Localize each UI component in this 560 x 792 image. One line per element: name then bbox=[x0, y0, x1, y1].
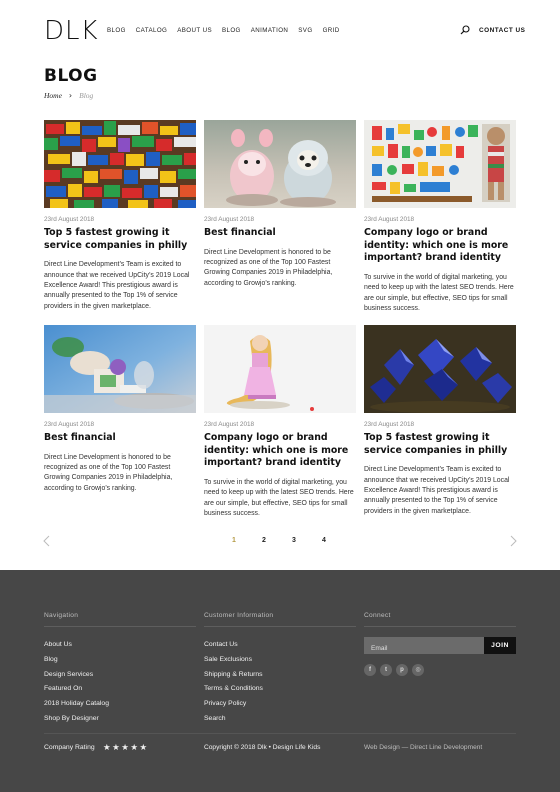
footer-link-search[interactable]: Search bbox=[204, 714, 263, 729]
footer-link-privacy-policy[interactable]: Privacy Policy bbox=[204, 699, 263, 714]
footer-navigation-links: About Us Blog Design Services Featured O… bbox=[44, 640, 109, 729]
twitter-icon[interactable]: t bbox=[380, 664, 392, 676]
page-title: BLOG bbox=[44, 66, 98, 86]
post-excerpt: To survive in the world of digital marke… bbox=[364, 273, 514, 312]
page-4[interactable]: 4 bbox=[322, 537, 326, 544]
footer-heading-connect: Connect bbox=[364, 612, 391, 619]
nav-item-grid[interactable]: GRID bbox=[323, 27, 340, 34]
post-title[interactable]: Best financial bbox=[44, 432, 196, 445]
join-button[interactable]: JOIN bbox=[484, 637, 516, 654]
post-image-toy-figurines[interactable] bbox=[204, 120, 356, 208]
post-image-lego-bricks[interactable] bbox=[44, 120, 196, 208]
divider bbox=[364, 626, 516, 627]
post-title[interactable]: Company logo or brand identity: which on… bbox=[204, 432, 356, 470]
post-card[interactable]: 23rd August 2018 Top 5 fastest growing i… bbox=[44, 120, 196, 312]
facebook-icon[interactable]: f bbox=[364, 664, 376, 676]
post-excerpt: Direct Line Development’s Team is excite… bbox=[44, 261, 190, 310]
post-title[interactable]: Best financial bbox=[204, 227, 356, 240]
post-date: 23rd August 2018 bbox=[364, 421, 415, 428]
nav-item-blog-2[interactable]: BLOG bbox=[222, 27, 241, 34]
divider bbox=[204, 626, 356, 627]
email-field[interactable] bbox=[364, 640, 484, 657]
footer-link-contact-us[interactable]: Contact Us bbox=[204, 640, 263, 655]
footer-link-sale-exclusions[interactable]: Sale Exclusions bbox=[204, 655, 263, 670]
post-excerpt: To survive in the world of digital marke… bbox=[204, 478, 354, 517]
page-3[interactable]: 3 bbox=[292, 537, 296, 544]
post-title[interactable]: Top 5 fastest growing it service compani… bbox=[364, 432, 516, 457]
post-image-princess-figurine[interactable] bbox=[204, 325, 356, 413]
footer-link-terms-conditions[interactable]: Terms & Conditions bbox=[204, 684, 263, 699]
main-nav: BLOG CATALOG ABOUT US BLOG ANIMATION SVG… bbox=[107, 27, 340, 34]
footer-link-about-us[interactable]: About Us bbox=[44, 640, 109, 655]
post-card[interactable]: 23rd August 2018 Company logo or brand i… bbox=[364, 120, 516, 314]
post-card[interactable]: 23rd August 2018 Top 5 fastest growing i… bbox=[364, 325, 516, 517]
divider bbox=[44, 733, 516, 734]
social-links: f t p ◎ bbox=[364, 664, 424, 676]
post-date: 23rd August 2018 bbox=[44, 421, 95, 428]
breadcrumb-current: Blog bbox=[79, 91, 94, 100]
post-image-blue-crystals[interactable] bbox=[364, 325, 516, 413]
post-title[interactable]: Company logo or brand identity: which on… bbox=[364, 227, 516, 265]
page-1[interactable]: 1 bbox=[232, 537, 236, 544]
post-excerpt: Direct Line Development’s Team is excite… bbox=[364, 466, 510, 515]
site-header: DLK BLOG CATALOG ABOUT US BLOG ANIMATION… bbox=[0, 0, 560, 60]
footer-link-shop-by-designer[interactable]: Shop By Designer bbox=[44, 714, 109, 729]
email-field-wrapper bbox=[364, 637, 484, 657]
credit-link[interactable]: Web Design — Direct Line Development bbox=[364, 744, 482, 751]
footer-heading-customer-information: Customer Information bbox=[204, 612, 274, 619]
nav-item-blog[interactable]: BLOG bbox=[107, 27, 126, 34]
divider bbox=[44, 626, 196, 627]
post-card[interactable]: 23rd August 2018 Company logo or brand i… bbox=[204, 325, 356, 519]
search-icon[interactable] bbox=[460, 25, 470, 35]
contact-us-link[interactable]: CONTACT US bbox=[479, 27, 525, 34]
pinterest-icon[interactable]: p bbox=[396, 664, 408, 676]
pagination: 1 2 3 4 bbox=[0, 530, 560, 552]
nav-item-svg[interactable]: SVG bbox=[298, 27, 312, 34]
post-excerpt: Direct Line Development is honored to be… bbox=[204, 248, 333, 287]
logo[interactable]: DLK bbox=[44, 18, 99, 44]
company-rating-label: Company Rating bbox=[44, 744, 95, 751]
nav-item-animation[interactable]: ANIMATION bbox=[251, 27, 289, 34]
page-2[interactable]: 2 bbox=[262, 537, 266, 544]
breadcrumb: Home › Blog bbox=[44, 91, 93, 100]
footer-link-design-services[interactable]: Design Services bbox=[44, 670, 109, 685]
post-image-colorful-toys[interactable] bbox=[364, 120, 516, 208]
footer-customer-links: Contact Us Sale Exclusions Shipping & Re… bbox=[204, 640, 263, 729]
copyright-text: Copyright © 2018 Dlk • Design Life Kids bbox=[204, 744, 321, 751]
post-title[interactable]: Top 5 fastest growing it service compani… bbox=[44, 227, 196, 252]
site-footer: Navigation About Us Blog Design Services… bbox=[0, 570, 560, 792]
breadcrumb-home[interactable]: Home bbox=[44, 91, 62, 100]
post-excerpt: Direct Line Development is honored to be… bbox=[44, 453, 173, 492]
post-date: 23rd August 2018 bbox=[44, 216, 95, 223]
chevron-right-icon[interactable] bbox=[506, 534, 520, 548]
footer-heading-navigation: Navigation bbox=[44, 612, 79, 619]
footer-link-shipping-returns[interactable]: Shipping & Returns bbox=[204, 670, 263, 685]
post-date: 23rd August 2018 bbox=[364, 216, 415, 223]
rating-stars: ★★★★★ bbox=[103, 742, 149, 752]
chevron-right-icon: › bbox=[68, 91, 73, 100]
nav-item-catalog[interactable]: CATALOG bbox=[136, 27, 167, 34]
instagram-icon[interactable]: ◎ bbox=[412, 664, 424, 676]
footer-link-featured-on[interactable]: Featured On bbox=[44, 684, 109, 699]
nav-item-about-us[interactable]: ABOUT US bbox=[177, 27, 212, 34]
post-card[interactable]: 23rd August 2018 Best financial Direct L… bbox=[44, 325, 196, 494]
post-date: 23rd August 2018 bbox=[204, 421, 255, 428]
footer-link-holiday-catalog[interactable]: 2018 Holiday Catalog bbox=[44, 699, 109, 714]
post-card[interactable]: 23rd August 2018 Best financial Direct L… bbox=[204, 120, 356, 289]
footer-link-blog[interactable]: Blog bbox=[44, 655, 109, 670]
post-date: 23rd August 2018 bbox=[204, 216, 255, 223]
post-image-toy-astronaut[interactable] bbox=[44, 325, 196, 413]
chevron-left-icon[interactable] bbox=[40, 534, 54, 548]
